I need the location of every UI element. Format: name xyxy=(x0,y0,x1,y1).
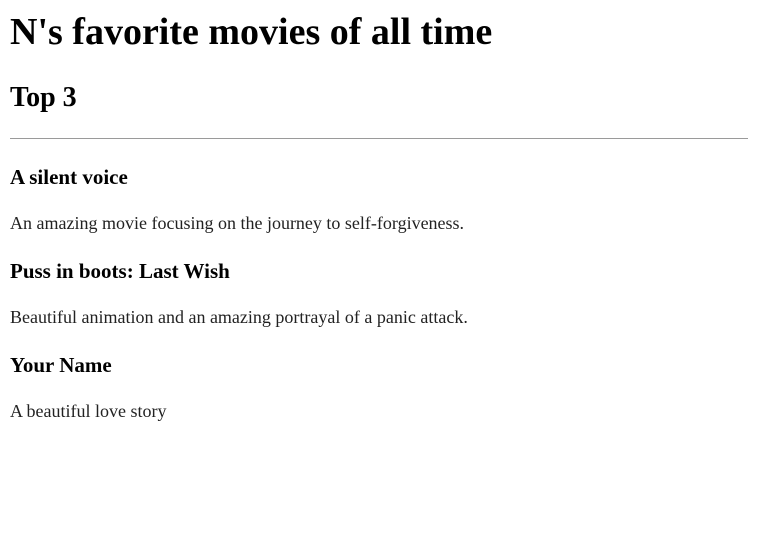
section-title: Top 3 xyxy=(10,82,77,113)
movie-description: Beautiful animation and an amazing portr… xyxy=(10,307,468,327)
movie-item: Your Name A beautiful love story xyxy=(10,352,748,422)
movie-title: A silent voice xyxy=(10,165,128,189)
divider xyxy=(10,138,748,139)
page: N's favorite movies of all time Top 3 A … xyxy=(0,10,758,422)
movie-description: A beautiful love story xyxy=(10,401,167,421)
movie-list: A silent voice An amazing movie focusing… xyxy=(10,164,748,422)
movie-title: Your Name xyxy=(10,353,112,377)
movie-item: Puss in boots: Last Wish Beautiful anima… xyxy=(10,258,748,328)
movie-title: Puss in boots: Last Wish xyxy=(10,259,230,283)
page-title: N's favorite movies of all time xyxy=(10,11,493,53)
movie-description: An amazing movie focusing on the journey… xyxy=(10,213,465,233)
movie-item: A silent voice An amazing movie focusing… xyxy=(10,164,748,234)
